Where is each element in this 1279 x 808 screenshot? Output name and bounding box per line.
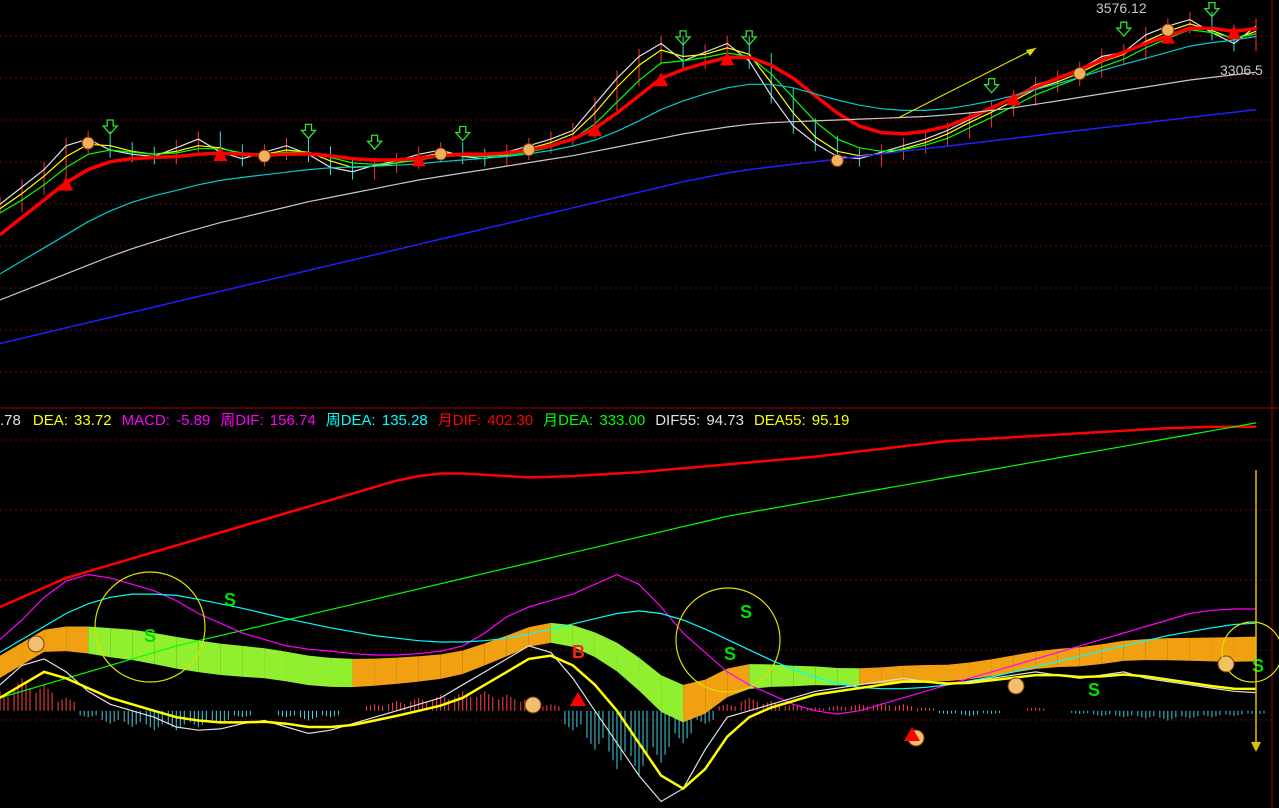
ribbon-segment bbox=[661, 675, 684, 723]
ribbon-segment bbox=[330, 657, 353, 688]
ribbon-segment bbox=[88, 626, 111, 658]
signal-badge-icon bbox=[1217, 655, 1235, 673]
legend-item: 月DEA: 333.00 bbox=[543, 412, 647, 429]
sell-arrow-marker bbox=[366, 134, 384, 151]
sell-arrow-marker bbox=[300, 123, 317, 140]
legend-value: 156.74 bbox=[265, 412, 316, 429]
signal-badge-icon bbox=[257, 149, 271, 163]
signal-badge-icon bbox=[524, 696, 542, 714]
ribbon-segment bbox=[925, 664, 948, 682]
ribbon-segment bbox=[1123, 639, 1146, 661]
price-panel-lines bbox=[0, 18, 1257, 345]
down-arrow-head bbox=[1251, 742, 1261, 752]
sell-arrow-marker bbox=[983, 78, 1001, 94]
legend-item: 周DIF: 156.74 bbox=[220, 412, 317, 429]
legend-label: DEA55: bbox=[753, 412, 806, 429]
signal-badge-icon bbox=[830, 154, 844, 168]
sell-marker-s: S bbox=[1088, 680, 1100, 700]
sell-arrow-marker bbox=[1115, 21, 1133, 38]
legend-label: MACD: bbox=[121, 412, 170, 429]
signal-badge-icon bbox=[1073, 67, 1087, 81]
ribbon-segment bbox=[969, 659, 992, 680]
sell-marker-s: S bbox=[1252, 656, 1264, 676]
ribbon-segment bbox=[0, 642, 23, 678]
ribbon-segment bbox=[308, 655, 331, 687]
ribbon-segment bbox=[66, 626, 89, 654]
sell-marker-s: S bbox=[224, 590, 236, 610]
indicator-panel-lines bbox=[0, 422, 1257, 803]
legend-value: -5.89 bbox=[171, 412, 211, 429]
signal-badge-icon bbox=[1007, 677, 1025, 695]
legend-value: 94.73 bbox=[702, 412, 744, 429]
macd-ribbon bbox=[0, 622, 1256, 723]
high-price-label: 3576.12 bbox=[1096, 0, 1147, 16]
legend-label: 月DEA: bbox=[543, 412, 594, 429]
legend-item: 周DEA: 135.28 bbox=[326, 412, 430, 429]
ribbon-segment bbox=[837, 667, 860, 686]
legend-item: .78 bbox=[0, 412, 25, 429]
signal-badge-icon bbox=[434, 147, 448, 161]
legend-item: MACD: -5.89 bbox=[122, 412, 213, 429]
legend-value: 95.19 bbox=[807, 412, 850, 429]
ribbon-segment bbox=[1189, 637, 1212, 662]
ribbon-segment bbox=[286, 651, 309, 686]
trend-arrow-head bbox=[1026, 48, 1036, 56]
price-panel-grid bbox=[0, 35, 1272, 373]
ribbon-segment bbox=[220, 643, 243, 677]
last-price-label: 3306.5 bbox=[1220, 62, 1263, 78]
ribbon-segment bbox=[242, 645, 265, 679]
signal-badge-icon bbox=[1161, 23, 1175, 37]
ribbon-segment bbox=[352, 658, 375, 688]
legend-label: DIF55: bbox=[655, 412, 701, 429]
indicator-legend: .78 DEA: 33.72 MACD: -5.89 周DIF: 156.74 周DEA… bbox=[0, 410, 859, 432]
buy-triangle-marker bbox=[654, 72, 669, 87]
ribbon-segment bbox=[594, 632, 617, 672]
ribbon-segment bbox=[418, 654, 441, 682]
stock-chart-window: { "price_panel": { "high_label": "3576.1… bbox=[0, 0, 1279, 808]
legend-label: DEA: bbox=[32, 412, 68, 429]
legend-label: 周DEA: bbox=[325, 412, 376, 429]
stock-chart: B S S S S S S bbox=[0, 0, 1279, 808]
sell-arrow-marker bbox=[454, 125, 472, 142]
legend-value: 33.72 bbox=[69, 412, 112, 429]
ribbon-segment bbox=[440, 650, 463, 679]
legend-value: 135.28 bbox=[377, 412, 428, 429]
ribbon-segment bbox=[528, 622, 551, 647]
sell-marker-s: S bbox=[144, 626, 156, 646]
series-line-close bbox=[0, 18, 1257, 205]
legend-value: 402.30 bbox=[483, 412, 534, 429]
ribbon-segment bbox=[1145, 638, 1168, 661]
ribbon-segment bbox=[1167, 637, 1190, 661]
signal-badge-icon bbox=[27, 635, 45, 653]
series-line-ma10 bbox=[0, 28, 1257, 214]
ribbon-segment bbox=[44, 626, 67, 652]
legend-label: 周DIF: bbox=[220, 412, 264, 429]
ribbon-segment bbox=[374, 657, 397, 686]
legend-item: DEA55: 95.19 bbox=[754, 412, 851, 429]
ribbon-segment bbox=[683, 679, 706, 723]
ribbon-segment bbox=[396, 656, 419, 684]
sell-marker-s: S bbox=[740, 602, 752, 622]
legend-item: DEA: 33.72 bbox=[33, 412, 114, 429]
ribbon-segment bbox=[110, 628, 133, 661]
ribbon-segment bbox=[462, 643, 485, 674]
legend-item: DIF55: 94.73 bbox=[655, 412, 746, 429]
signal-badge-icon bbox=[522, 143, 536, 157]
series-line-ma5 bbox=[0, 23, 1257, 210]
macd-histogram bbox=[0, 678, 1265, 776]
ribbon-segment bbox=[639, 657, 662, 712]
signal-badge-icon bbox=[81, 136, 95, 150]
ribbon-segment bbox=[1101, 640, 1124, 665]
legend-label: 月DIF: bbox=[437, 412, 482, 429]
legend-value: 333.00 bbox=[595, 412, 646, 429]
ribbon-segment bbox=[264, 648, 287, 682]
legend-label: .78 bbox=[0, 412, 21, 429]
buy-marker-b: B bbox=[572, 642, 585, 662]
sell-marker-s: S bbox=[724, 644, 736, 664]
ribbon-segment bbox=[947, 662, 970, 682]
price-panel-candles bbox=[0, 11, 1257, 213]
legend-item: 月DIF: 402.30 bbox=[438, 412, 535, 429]
